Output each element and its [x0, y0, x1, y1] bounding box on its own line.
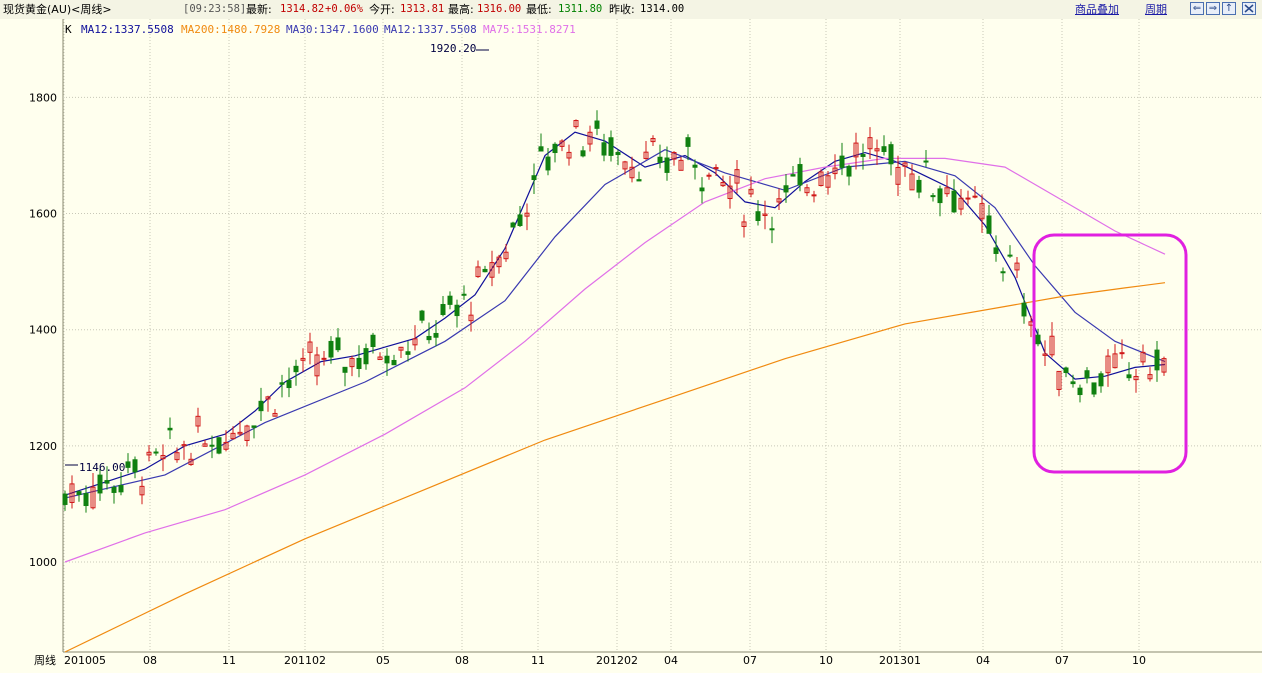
legend-ma30: MA30:1347.1600 [286, 23, 379, 36]
scroll-left-button[interactable]: ⇐ [1190, 2, 1204, 15]
ma-legend: K MA12:1337.5508 MA200:1480.7928 MA30:13… [65, 23, 576, 36]
y-tick-label: 1200 [29, 440, 57, 453]
x-tick-label: 07 [1055, 654, 1069, 667]
x-axis-title: 周线 [34, 653, 56, 667]
x-tick-label: 201102 [284, 654, 326, 667]
x-tick-label: 05 [376, 654, 390, 667]
open-value: 1313.81 [400, 3, 445, 15]
close-icon [1244, 4, 1254, 13]
prevclose-value: 1314.00 [640, 3, 685, 15]
change-value: +0.06% [325, 3, 363, 15]
x-tick-label: 201005 [64, 654, 106, 667]
quote-time: [09:23:58] [183, 3, 247, 15]
latest-value: 1314.82 [280, 3, 325, 15]
instrument-title: 现货黄金(AU)<周线> [3, 3, 112, 16]
x-tick-label: 10 [1132, 654, 1146, 667]
x-tick-label: 11 [531, 654, 545, 667]
low-label: 最低: [526, 3, 552, 16]
period-link[interactable]: 周期 [1145, 3, 1167, 16]
high-value: 1316.00 [477, 3, 522, 15]
x-tick-label: 07 [743, 654, 757, 667]
prevclose-label: 昨收: [609, 3, 635, 16]
zoom-button[interactable]: ↑ [1222, 2, 1236, 15]
x-tick-label: 08 [455, 654, 469, 667]
x-tick-label: 10 [819, 654, 833, 667]
close-window-button[interactable] [1242, 2, 1256, 15]
legend-ma200: MA200:1480.7928 [181, 23, 280, 36]
x-tick-label: 201202 [596, 654, 638, 667]
legend-k: K [65, 23, 72, 36]
x-tick-label: 08 [143, 654, 157, 667]
x-tick-label: 04 [976, 654, 990, 667]
high-label: 最高: [448, 3, 474, 16]
min-price-label: 1146.00 [79, 461, 125, 474]
legend-ma12b: MA12:1337.5508 [384, 23, 477, 36]
latest-label: 最新: [246, 3, 272, 16]
chart-background [0, 19, 1262, 673]
kline-chart[interactable]: 1000 1200 1400 1600 1800 201005 08 11 201102 05 08… [0, 19, 1262, 673]
x-tick-label: 201301 [879, 654, 921, 667]
x-tick-label: 11 [222, 654, 236, 667]
max-price-label: 1920.20 [430, 42, 476, 55]
candle [216, 437, 222, 455]
x-tick-label: 04 [664, 654, 678, 667]
commodity-overlay-link[interactable]: 商品叠加 [1075, 3, 1119, 16]
y-tick-label: 1400 [29, 324, 57, 337]
scroll-right-button[interactable]: ⇒ [1206, 2, 1220, 15]
low-value: 1311.80 [558, 3, 603, 15]
quote-header: 现货黄金(AU)<周线> [09:23:58] 最新: 1314.82 +0.0… [0, 0, 1262, 20]
legend-ma12: MA12:1337.5508 [81, 23, 174, 36]
open-label: 今开: [369, 3, 395, 16]
y-tick-label: 1600 [29, 208, 57, 221]
y-tick-label: 1800 [29, 91, 57, 104]
legend-ma75: MA75:1531.8271 [483, 23, 576, 36]
y-tick-label: 1000 [29, 556, 57, 569]
